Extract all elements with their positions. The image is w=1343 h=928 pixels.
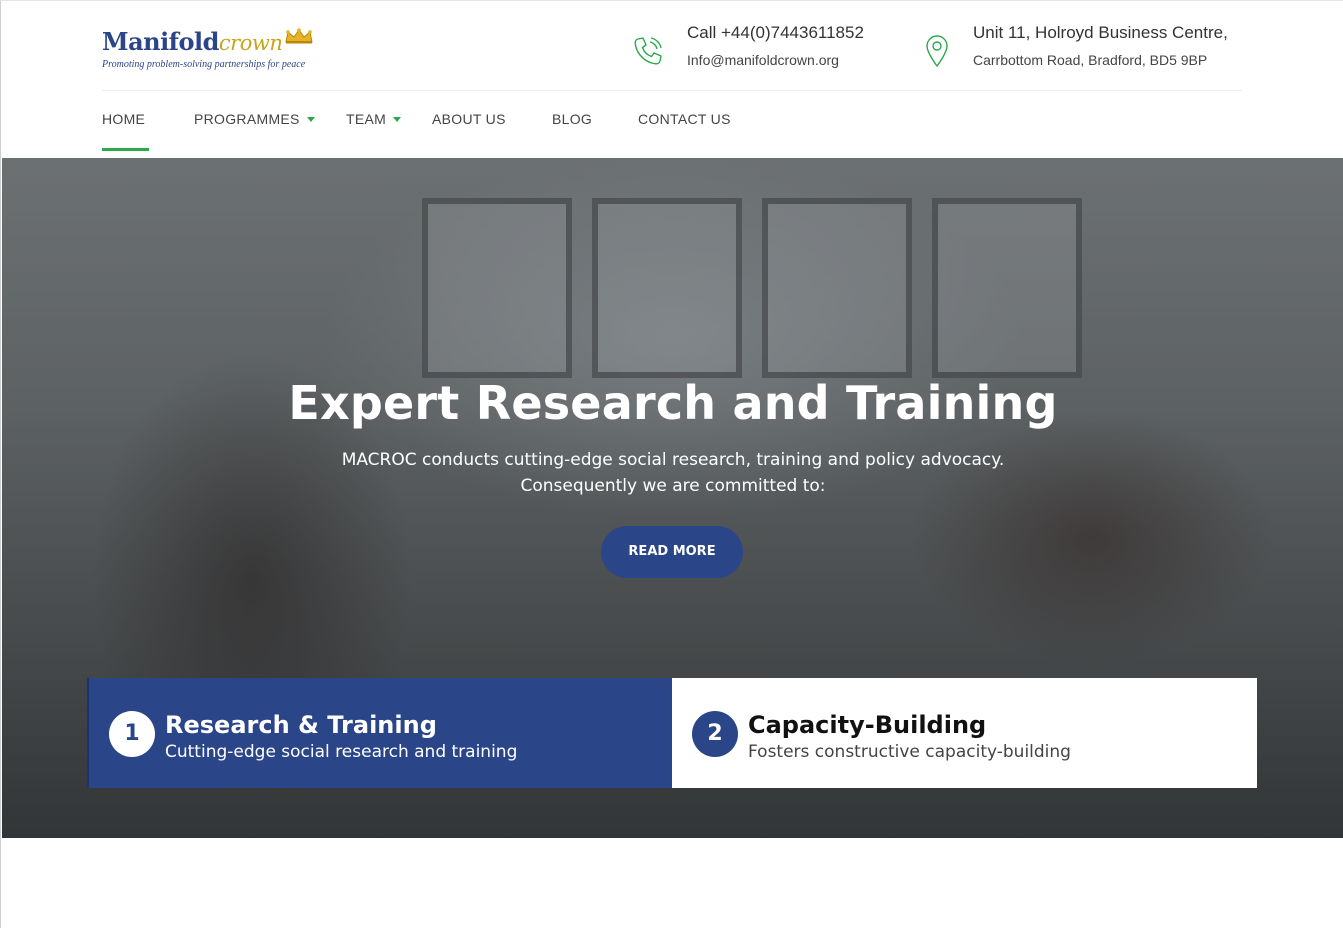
nav-label: BLOG: [552, 111, 593, 127]
logo-tagline: Promoting problem-solving partnerships f…: [102, 59, 306, 70]
feature-description: Fosters constructive capacity-building: [748, 742, 1071, 762]
nav-label: CONTACT US: [638, 111, 731, 127]
read-more-button[interactable]: READ MORE: [601, 526, 743, 578]
feature-description: Cutting-edge social research and trainin…: [165, 742, 518, 762]
crown-icon: [284, 21, 314, 50]
nav-item-programmes[interactable]: PROGRAMMES: [194, 111, 315, 127]
nav-item-contact-us[interactable]: CONTACT US: [638, 111, 731, 127]
nav-label: TEAM: [346, 111, 387, 127]
caret-down-icon: [393, 117, 402, 122]
feature-title: Research & Training: [165, 711, 437, 739]
map-pin-icon: [923, 33, 951, 74]
nav-label: PROGRAMMES: [194, 111, 300, 127]
nav-item-team[interactable]: TEAM: [346, 111, 402, 127]
phone-icon: [630, 33, 666, 74]
email-address[interactable]: Info@manifoldcrown.org: [687, 52, 839, 68]
feature-number-badge: 2: [692, 711, 738, 757]
hero-banner: Expert Research and Training MACROC cond…: [2, 158, 1343, 838]
hero-subtitle-line-1: MACROC conducts cutting-edge social rese…: [341, 450, 1005, 470]
site-logo[interactable]: Manifoldcrown Promoting problem-solving …: [102, 21, 332, 71]
address-line-1: Unit 11, Holroyd Business Centre,: [973, 23, 1228, 42]
hero-subtitle: MACROC conducts cutting-edge social rese…: [2, 447, 1343, 499]
page: Manifoldcrown Promoting problem-solving …: [0, 0, 1343, 928]
active-nav-indicator: [102, 148, 149, 151]
logo-name-accent: crown: [218, 31, 283, 55]
header-divider: [102, 90, 1242, 91]
hero-subtitle-line-2: Consequently we are committed to:: [520, 476, 826, 496]
caret-down-icon: [306, 117, 315, 122]
nav-item-blog[interactable]: BLOG: [552, 111, 592, 127]
nav-item-home[interactable]: HOME: [102, 111, 145, 127]
address-line-2: Carrbottom Road, Bradford, BD5 9BP: [973, 52, 1208, 68]
site-header: Manifoldcrown Promoting problem-solving …: [1, 1, 1343, 91]
feature-number-badge: 1: [109, 711, 155, 757]
feature-card-capacity[interactable]: 2 Capacity-Building Fosters constructive…: [672, 678, 1257, 788]
nav-item-about-us[interactable]: ABOUT US: [432, 111, 506, 127]
feature-title: Capacity-Building: [748, 711, 987, 739]
nav-label: HOME: [102, 111, 146, 127]
hero-title: Expert Research and Training: [288, 376, 1058, 430]
feature-card-research[interactable]: 1 Research & Training Cutting-edge socia…: [87, 678, 672, 788]
logo-wordmark: Manifoldcrown: [102, 21, 332, 56]
logo-name-main: Manifold: [102, 27, 219, 56]
phone-number[interactable]: Call +44(0)7443611852: [687, 23, 864, 43]
nav-label: ABOUT US: [432, 111, 506, 127]
